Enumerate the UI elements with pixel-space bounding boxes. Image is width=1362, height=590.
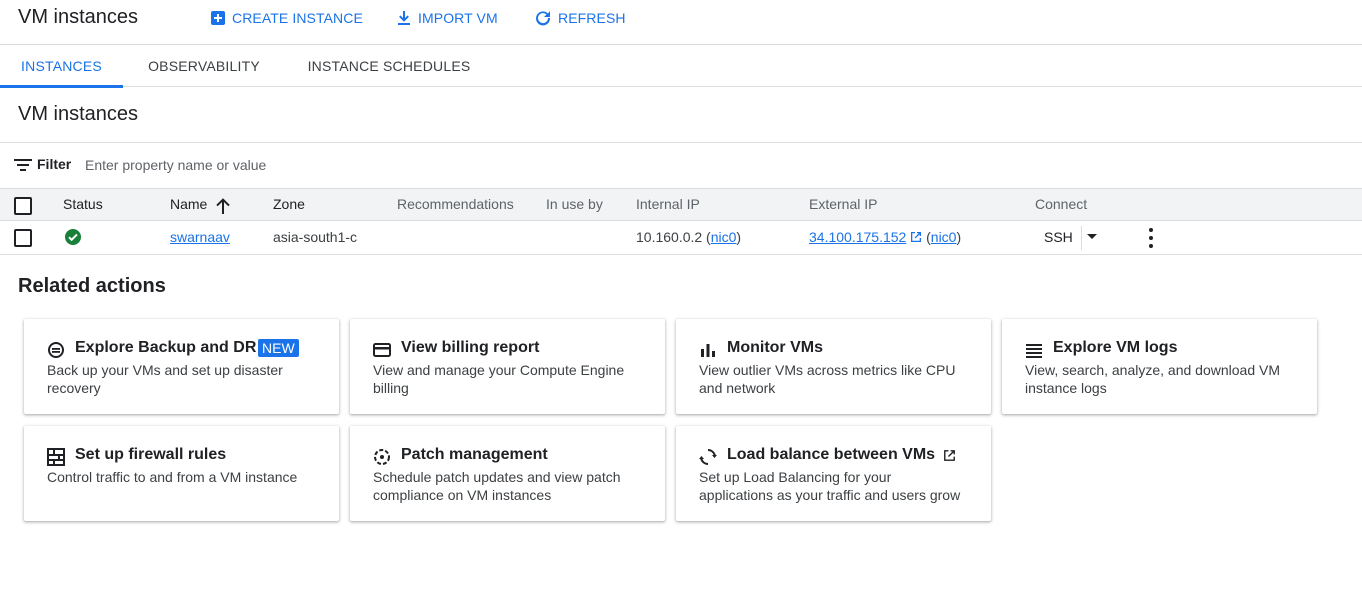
tab-instances[interactable]: INSTANCES [0,45,123,88]
card-title: Monitor VMs [727,339,823,356]
ssh-dropdown-icon[interactable] [1087,234,1097,239]
card-description: Schedule patch updates and view patch co… [373,469,621,503]
filter-label: Filter [37,156,72,172]
card-monitor-vms[interactable]: Monitor VMs View outlier VMs across metr… [676,319,991,414]
card-description: View, search, analyze, and download VM i… [1025,362,1281,396]
column-status[interactable]: Status [63,196,103,212]
ssh-divider [1081,226,1082,250]
external-nic-link[interactable]: nic0 [931,229,957,245]
external-ip-cell: 34.100.175.152 (nic0) [809,229,962,245]
backup-icon [48,342,64,358]
logs-list-icon [1026,344,1042,358]
filter-icon [14,159,32,171]
card-vm-logs[interactable]: Explore VM logs View, search, analyze, a… [1002,319,1317,414]
column-external-ip: External IP [809,196,878,212]
column-zone[interactable]: Zone [273,196,305,212]
related-actions-title: Related actions [18,275,166,297]
internal-ip: 10.160.0.2 [636,229,703,245]
patch-icon [374,449,390,465]
open-in-new-icon[interactable] [910,231,922,243]
card-title: Set up firewall rules [75,446,227,463]
card-title: View billing report [401,339,540,356]
credit-card-icon [373,343,391,357]
top-toolbar: VM instances CREATE INSTANCE IMPORT VM R… [0,0,1362,45]
table-header: Status Name Zone Recommendations In use … [0,188,1362,221]
card-description: View outlier VMs across metrics like CPU… [699,362,956,396]
filter-input[interactable] [78,151,678,179]
card-title: Explore VM logs [1053,339,1178,356]
new-badge: NEW [258,339,299,357]
bar-chart-icon [701,344,715,357]
create-instance-button[interactable]: CREATE INSTANCE [210,8,363,28]
column-recommendations: Recommendations [397,196,514,212]
table-row: swarnaav asia-south1-c 10.160.0.2 (nic0)… [0,221,1362,255]
tab-observability[interactable]: OBSERVABILITY [138,45,270,87]
tab-bar: INSTANCES OBSERVABILITY INSTANCE SCHEDUL… [0,45,1362,88]
page-title: VM instances [18,6,139,28]
internal-ip-cell: 10.160.0.2 (nic0) [636,229,742,245]
card-billing-report[interactable]: View billing report View and manage your… [350,319,665,414]
card-firewall-rules[interactable]: Set up firewall rules Control traffic to… [24,426,339,521]
instance-zone: asia-south1-c [273,229,358,245]
instance-name-link[interactable]: swarnaav [170,229,230,245]
column-internal-ip: Internal IP [636,196,700,212]
internal-nic-link[interactable]: nic0 [711,229,737,245]
column-connect: Connect [1035,196,1088,212]
refresh-icon [536,11,551,26]
more-actions-icon[interactable] [1143,227,1159,249]
card-description: Set up Load Balancing for your applicati… [699,469,961,503]
tab-instance-schedules[interactable]: INSTANCE SCHEDULES [298,45,480,87]
column-in-use-by: In use by [546,196,603,212]
card-title: Load balance between VMs [727,446,936,463]
firewall-icon [47,448,65,466]
open-in-new-icon [944,450,955,461]
download-icon [398,11,410,25]
create-instance-label: CREATE INSTANCE [232,10,363,26]
card-load-balance[interactable]: Load balance between VMs Set up Load Bal… [676,426,991,521]
card-description: Control traffic to and from a VM instanc… [47,469,298,485]
import-vm-label: IMPORT VM [418,10,498,26]
ssh-button[interactable]: SSH [1044,229,1073,245]
card-patch-management[interactable]: Patch management Schedule patch updates … [350,426,665,521]
sort-ascending-icon[interactable] [215,197,231,215]
status-running-icon [65,229,81,245]
import-vm-button[interactable]: IMPORT VM [396,8,498,28]
refresh-button[interactable]: REFRESH [534,8,626,28]
refresh-label: REFRESH [558,10,626,26]
card-description: View and manage your Compute Engine bill… [373,362,625,396]
add-box-icon [211,11,225,25]
card-description: Back up your VMs and set up disaster rec… [47,362,283,396]
section-title: VM instances [18,103,139,125]
card-title: Patch management [401,446,548,463]
column-name[interactable]: Name [170,196,207,212]
sync-icon [699,449,717,465]
filter-bar: Filter [0,143,1362,188]
card-title: Explore Backup and DR [75,339,257,356]
row-checkbox[interactable] [14,229,32,247]
external-ip-link[interactable]: 34.100.175.152 [809,229,906,245]
card-backup-dr[interactable]: Explore Backup and DR NEW Back up your V… [24,319,339,414]
select-all-checkbox[interactable] [14,197,32,215]
